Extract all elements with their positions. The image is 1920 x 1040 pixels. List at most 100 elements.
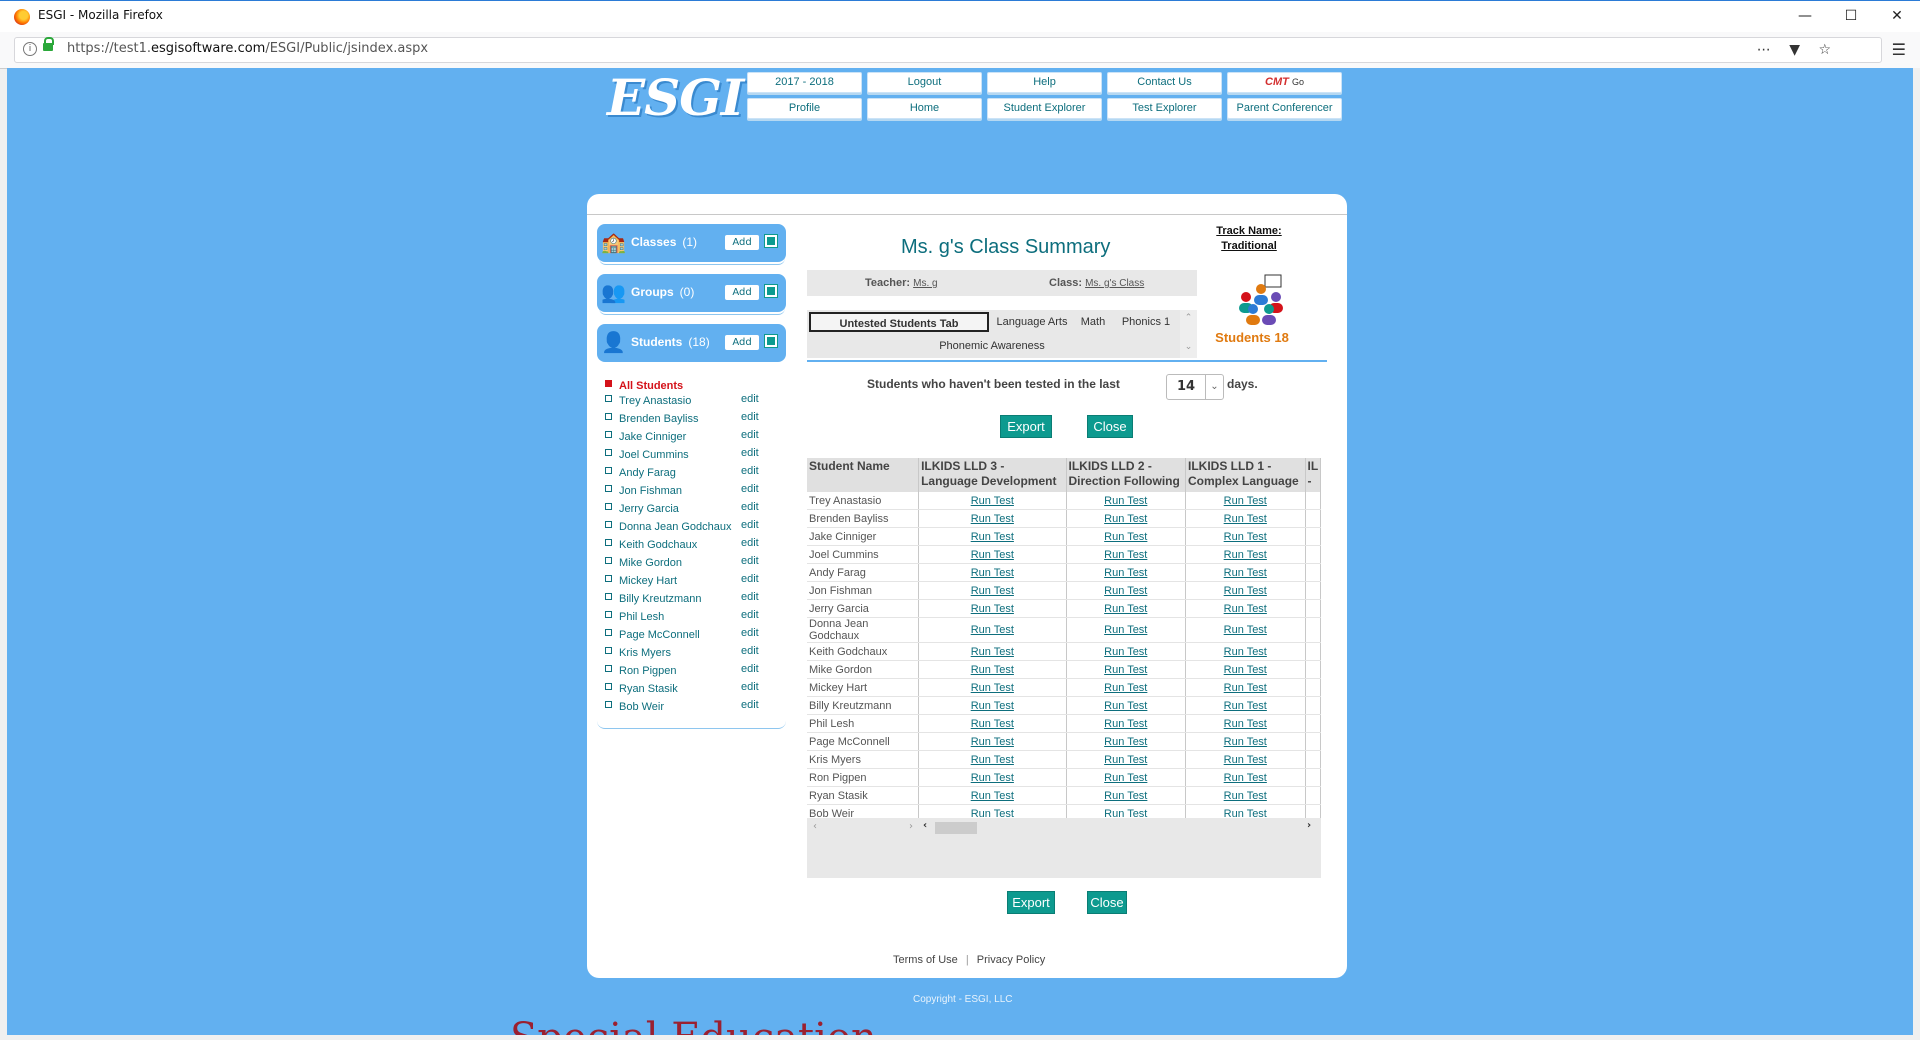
run-test-link[interactable]: Run Test [918,696,1067,715]
add-student-button[interactable]: Add [725,335,759,350]
maximize-icon[interactable]: ☐ [1828,1,1874,31]
edit-student-link[interactable]: edit [741,393,759,405]
nav-school-year[interactable]: 2017 - 2018 [747,72,862,93]
page-scrollbar[interactable] [1913,68,1920,1040]
scroll-right-icon[interactable]: › [1307,820,1311,831]
run-test-link[interactable]: Run Test [918,581,1067,600]
run-test-link[interactable]: Run Test [1066,642,1187,661]
close-button-bottom[interactable]: Close [1087,891,1127,914]
edit-student-link[interactable]: edit [741,699,759,711]
edit-student-link[interactable]: edit [741,411,759,423]
run-test-link[interactable]: Run Test [1185,509,1306,528]
edit-student-link[interactable]: edit [741,537,759,549]
student-list-item[interactable]: Jon Fishman [605,485,682,502]
edit-student-link[interactable]: edit [741,573,759,585]
student-list-item[interactable]: Page McConnell [605,629,700,646]
teacher-link[interactable]: Ms. g [913,278,937,289]
classes-card[interactable]: 🏫 Classes (1) Add [597,224,786,262]
scroll-right-icon[interactable]: › [909,821,913,832]
run-test-link[interactable]: Run Test [1185,545,1306,564]
run-test-link[interactable]: Run Test [918,527,1067,546]
run-test-link[interactable]: Run Test [1185,750,1306,769]
edit-student-link[interactable]: edit [741,591,759,603]
url-text[interactable]: https://test1.esgisoftware.com/ESGI/Publ… [67,41,428,56]
run-test-link[interactable]: Run Test [918,545,1067,564]
nav-student-explorer[interactable]: Student Explorer [987,98,1102,119]
tab-phonics-1[interactable]: Phonics 1 [1115,312,1177,332]
student-list-item[interactable]: Bob Weir [605,701,664,718]
run-test-link[interactable]: Run Test [1185,642,1306,661]
student-list-item[interactable]: Andy Farag [605,467,676,484]
student-list-item[interactable]: Mickey Hart [605,575,677,592]
student-list-item[interactable]: Joel Cummins [605,449,689,466]
groups-card[interactable]: 👥 Groups (0) Add [597,274,786,312]
run-test-link[interactable]: Run Test [1185,527,1306,546]
expand-groups-icon[interactable] [764,284,778,298]
run-test-link[interactable]: Run Test [1066,786,1187,805]
chevron-down-icon[interactable]: ⌄ [1205,375,1223,399]
run-test-link[interactable]: Run Test [1066,750,1187,769]
days-select[interactable]: 14 ⌄ [1166,374,1224,400]
edit-student-link[interactable]: edit [741,663,759,675]
nav-contact-us[interactable]: Contact Us [1107,72,1222,93]
run-test-link[interactable]: Run Test [918,660,1067,679]
run-test-link[interactable]: Run Test [1185,714,1306,733]
run-test-link[interactable]: Run Test [1066,492,1187,510]
run-test-link[interactable]: Run Test [1066,581,1187,600]
student-list-item[interactable]: Donna Jean Godchaux [605,521,732,538]
run-test-link[interactable]: Run Test [1066,804,1187,818]
tab-phonemic-awareness[interactable]: Phonemic Awareness [809,336,1175,356]
nav-parent-conferencer[interactable]: Parent Conferencer [1227,98,1342,119]
run-test-link[interactable]: Run Test [1185,563,1306,582]
run-test-link[interactable]: Run Test [1185,599,1306,618]
info-icon[interactable]: i [23,42,37,56]
run-test-link[interactable]: Run Test [918,750,1067,769]
run-test-link[interactable]: Run Test [1185,768,1306,787]
run-test-link[interactable]: Run Test [918,563,1067,582]
track-name[interactable]: Track Name: Traditional [1199,224,1299,254]
page-actions-icon[interactable]: ⋯ [1757,42,1771,58]
run-test-link[interactable]: Run Test [1185,678,1306,697]
edit-student-link[interactable]: edit [741,447,759,459]
run-test-link[interactable]: Run Test [1066,660,1187,679]
edit-student-link[interactable]: edit [741,555,759,567]
scroll-left-icon[interactable]: ‹ [813,821,817,832]
nav-test-explorer[interactable]: Test Explorer [1107,98,1222,119]
student-list-item[interactable]: Mike Gordon [605,557,682,574]
edit-student-link[interactable]: edit [741,501,759,513]
edit-student-link[interactable]: edit [741,627,759,639]
pocket-icon[interactable]: ▼ [1789,42,1800,58]
privacy-link[interactable]: Privacy Policy [977,954,1045,966]
esgi-logo[interactable]: ESGI [607,68,744,127]
run-test-link[interactable]: Run Test [1185,696,1306,715]
student-list-item[interactable]: Billy Kreutzmann [605,593,702,610]
run-test-link[interactable]: Run Test [1066,714,1187,733]
student-list-item[interactable]: Phil Lesh [605,611,664,628]
run-test-link[interactable]: Run Test [918,714,1067,733]
tabs-scrollbar[interactable]: ⌃ ⌄ [1180,310,1197,358]
edit-student-link[interactable]: edit [741,465,759,477]
export-button-top[interactable]: Export [1000,415,1052,438]
run-test-link[interactable]: Run Test [1185,732,1306,751]
menu-icon[interactable]: ☰ [1892,40,1906,59]
run-test-link[interactable]: Run Test [1066,545,1187,564]
close-window-icon[interactable]: ✕ [1874,1,1920,31]
tab-language-arts[interactable]: Language Arts [992,312,1072,332]
run-test-link[interactable]: Run Test [918,678,1067,697]
edit-student-link[interactable]: edit [741,681,759,693]
run-test-link[interactable]: Run Test [918,768,1067,787]
student-list-item[interactable]: Jerry Garcia [605,503,679,520]
chevron-down-icon[interactable]: ⌄ [1180,341,1197,352]
nav-cmt-go[interactable]: CMT Go [1227,72,1342,93]
run-test-link[interactable]: Run Test [918,786,1067,805]
student-list-item[interactable]: Kris Myers [605,647,671,664]
run-test-link[interactable]: Run Test [1185,660,1306,679]
class-link[interactable]: Ms. g's Class [1085,278,1144,289]
add-group-button[interactable]: Add [725,285,759,300]
nav-profile[interactable]: Profile [747,98,862,119]
collapse-students-icon[interactable] [764,334,778,348]
run-test-link[interactable]: Run Test [1185,804,1306,818]
edit-student-link[interactable]: edit [741,645,759,657]
edit-student-link[interactable]: edit [741,429,759,441]
student-list-item[interactable]: Brenden Bayliss [605,413,699,430]
